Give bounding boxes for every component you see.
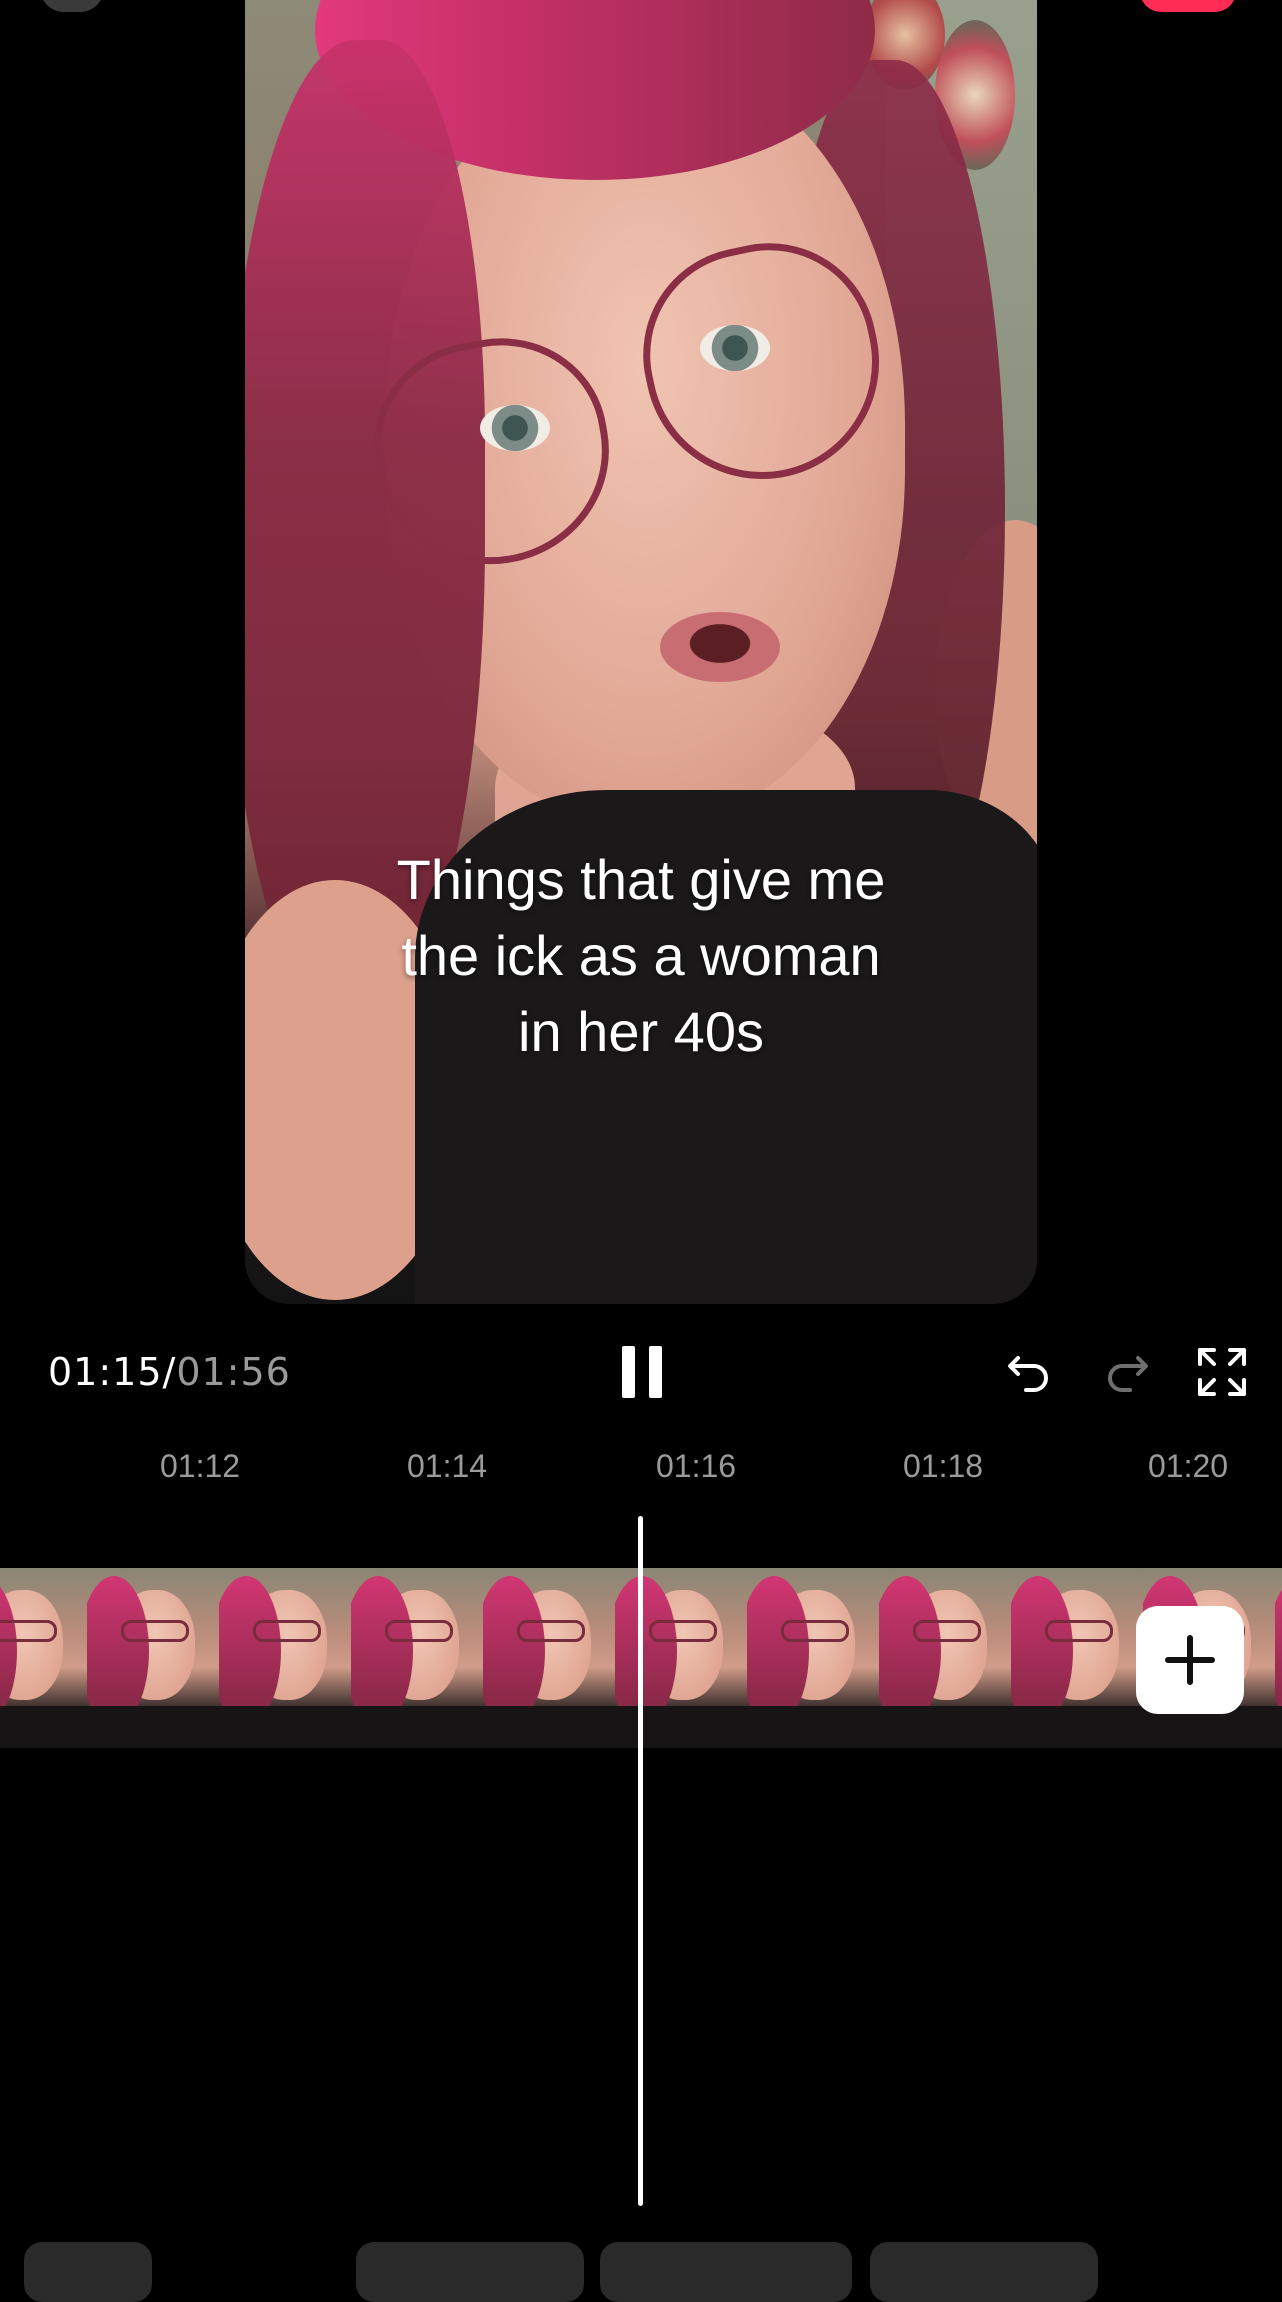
- undo-button[interactable]: [1004, 1346, 1056, 1398]
- video-caption: Things that give me the ick as a woman i…: [245, 842, 1037, 1070]
- timeline-tick-label: 01:16: [656, 1448, 737, 1484]
- clip-thumbnail: [0, 1568, 87, 1748]
- toolbar-tab[interactable]: [870, 2242, 1098, 2302]
- clip-thumbnail: [1275, 1568, 1282, 1748]
- caption-line: the ick as a woman: [401, 924, 881, 987]
- add-clip-button[interactable]: [1136, 1606, 1244, 1714]
- clip-thumbnail: [879, 1568, 1011, 1748]
- redo-icon: [1108, 1356, 1148, 1392]
- time-separator: /: [162, 1350, 177, 1394]
- fullscreen-button[interactable]: [1196, 1346, 1248, 1398]
- clip-thumbnail: [1011, 1568, 1143, 1748]
- mouth: [660, 612, 780, 682]
- clip-thumbnail: [87, 1568, 219, 1748]
- total-time: 01:56: [176, 1350, 291, 1394]
- toolbar-tab[interactable]: [24, 2242, 152, 2302]
- undo-icon: [1008, 1356, 1048, 1392]
- pause-button[interactable]: [620, 1346, 664, 1398]
- caption-line: in her 40s: [518, 1000, 764, 1063]
- plus-icon: [1165, 1635, 1215, 1685]
- back-button[interactable]: [40, 0, 104, 12]
- time-display: 01:15/01:56: [48, 1350, 291, 1394]
- video-preview[interactable]: [245, 0, 1037, 1304]
- playhead[interactable]: [638, 1516, 643, 2206]
- current-time: 01:15: [48, 1350, 163, 1394]
- timeline-tick-label: 01:20: [1148, 1448, 1229, 1484]
- caption-line: Things that give me: [396, 848, 886, 911]
- clip-thumbnail: [747, 1568, 879, 1748]
- toolbar-tab[interactable]: [356, 2242, 584, 2302]
- timeline-tick-label: 01:18: [903, 1448, 984, 1484]
- clip-thumbnail: [615, 1568, 747, 1748]
- fullscreen-icon: [1198, 1348, 1246, 1396]
- clip-thumbnail: [483, 1568, 615, 1748]
- clip-thumbnail: [219, 1568, 351, 1748]
- timeline-tick-label: 01:14: [407, 1448, 488, 1484]
- redo-button[interactable]: [1100, 1346, 1152, 1398]
- toolbar-tab[interactable]: [600, 2242, 852, 2302]
- clip-thumbnail: [351, 1568, 483, 1748]
- timeline-tick-label: 01:12: [160, 1448, 241, 1484]
- next-button[interactable]: [1140, 0, 1236, 12]
